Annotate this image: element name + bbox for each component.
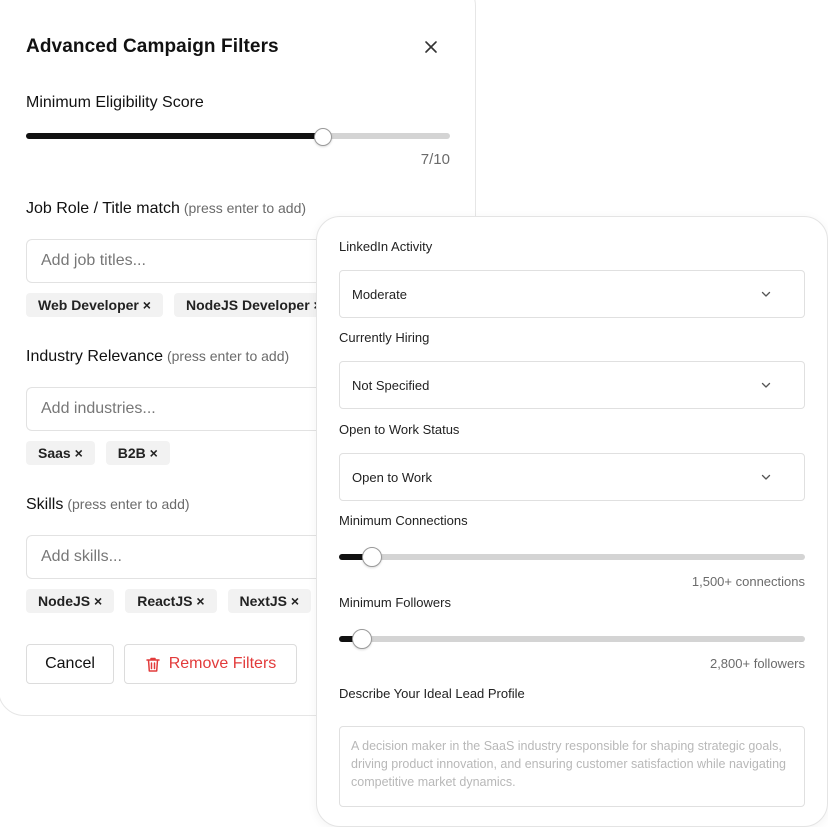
tag-saas[interactable]: Saas × — [26, 441, 95, 465]
chevron-down-icon — [761, 291, 771, 297]
currently-hiring-select[interactable]: Not Specified — [339, 361, 805, 409]
chevron-down-icon — [761, 382, 771, 388]
industry-tags: Saas × B2B × — [26, 441, 170, 465]
remove-filters-label: Remove Filters — [168, 655, 277, 672]
eligibility-label: Minimum Eligibility Score — [26, 94, 204, 111]
job-role-label-text: Job Role / Title match — [26, 200, 180, 217]
industry-hint: (press enter to add) — [166, 348, 290, 364]
currently-hiring-value: Not Specified — [352, 377, 430, 393]
tag-nextjs[interactable]: NextJS × — [227, 589, 312, 613]
linkedin-activity-label: LinkedIn Activity — [339, 239, 433, 254]
min-connections-slider-thumb[interactable] — [361, 547, 382, 567]
job-role-label: Job Role / Title match (press enter to ad… — [26, 200, 306, 218]
min-connections-slider[interactable] — [339, 547, 805, 567]
tag-b2b[interactable]: B2B × — [105, 441, 170, 465]
min-followers-label: Minimum Followers — [339, 595, 451, 610]
lead-profile-placeholder: A decision maker in the SaaS industry re… — [351, 739, 786, 789]
linkedin-activity-select[interactable]: Moderate — [339, 270, 805, 318]
dialog-title: Advanced Campaign Filters — [26, 36, 279, 57]
job-role-tags: Web Developer × NodeJS Developer × — [26, 293, 334, 317]
close-icon — [425, 41, 437, 53]
min-connections-label: Minimum Connections — [339, 513, 468, 528]
eligibility-slider-thumb[interactable] — [313, 128, 332, 146]
skills-tags: NodeJS × ReactJS × NextJS × — [26, 589, 312, 613]
eligibility-slider[interactable] — [26, 128, 450, 146]
open-to-work-label: Open to Work Status — [339, 422, 460, 437]
skills-label: Skills (press enter to add) — [26, 496, 190, 514]
eligibility-value: 7/10 — [420, 151, 450, 168]
job-role-hint: (press enter to add) — [183, 200, 307, 216]
skills-hint: (press enter to add) — [67, 496, 190, 512]
chevron-down-icon — [761, 474, 771, 480]
trash-icon — [145, 657, 160, 672]
skills-input[interactable]: Add skills... — [26, 535, 326, 579]
open-to-work-select[interactable]: Open to Work — [339, 453, 805, 501]
cancel-button[interactable]: Cancel — [26, 644, 114, 684]
min-followers-slider-thumb[interactable] — [352, 629, 373, 649]
job-titles-placeholder: Add job titles... — [41, 252, 146, 269]
industries-input[interactable]: Add industries... — [26, 387, 326, 431]
lead-profile-textarea[interactable]: A decision maker in the SaaS industry re… — [339, 726, 805, 807]
remove-filters-button[interactable]: Remove Filters — [124, 644, 297, 684]
close-button[interactable] — [418, 34, 444, 60]
job-titles-input[interactable]: Add job titles... — [26, 239, 326, 283]
min-followers-value: 2,800+ followers — [709, 656, 805, 671]
tag-nodejs[interactable]: NodeJS × — [26, 589, 115, 613]
linkedin-activity-value: Moderate — [352, 286, 407, 302]
industry-label: Industry Relevance (press enter to add) — [26, 348, 289, 366]
eligibility-slider-fill — [26, 133, 323, 139]
currently-hiring-label: Currently Hiring — [339, 330, 430, 345]
industry-label-text: Industry Relevance — [26, 348, 163, 365]
min-connections-value: 1,500+ connections — [691, 574, 805, 589]
skills-placeholder: Add skills... — [41, 548, 122, 565]
industries-placeholder: Add industries... — [41, 400, 156, 417]
tag-reactjs[interactable]: ReactJS × — [125, 589, 217, 613]
open-to-work-value: Open to Work — [352, 469, 432, 485]
tag-nodejs-developer[interactable]: NodeJS Developer × — [173, 293, 334, 317]
linkedin-filters-panel: LinkedIn Activity Moderate Currently Hir… — [316, 216, 828, 827]
min-followers-slider[interactable] — [339, 629, 805, 649]
tag-web-developer[interactable]: Web Developer × — [26, 293, 163, 317]
lead-profile-label: Describe Your Ideal Lead Profile — [339, 686, 525, 701]
skills-label-text: Skills — [26, 496, 64, 513]
